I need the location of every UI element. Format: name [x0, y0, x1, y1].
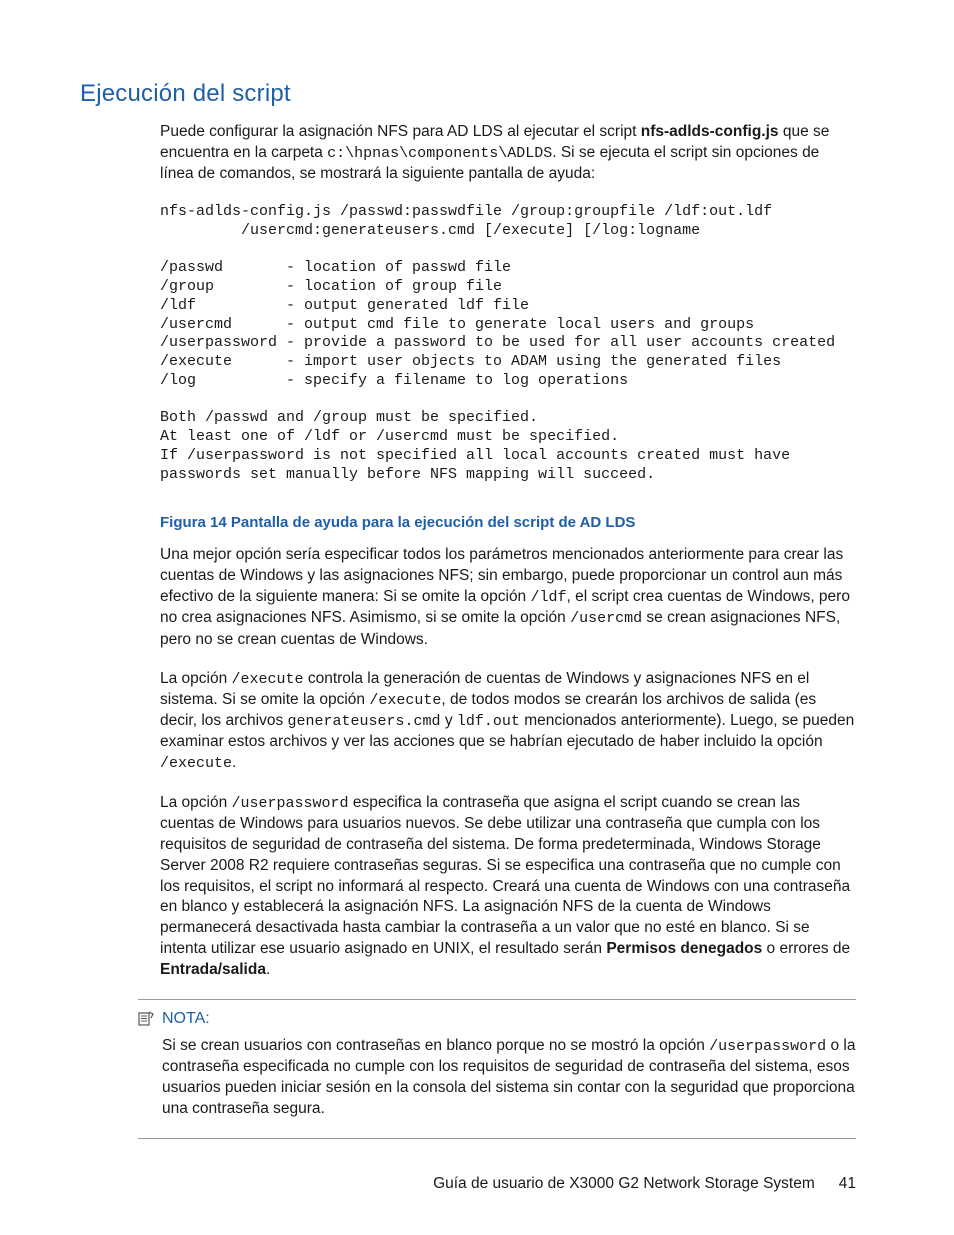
- p3-d: .: [266, 961, 270, 978]
- intro-part1: Puede configurar la asignación NFS para …: [160, 123, 641, 140]
- note-body-code: /userpassword: [709, 1038, 826, 1055]
- note-label: NOTA:: [162, 1010, 210, 1028]
- p2-d: y: [441, 712, 457, 729]
- note-body: Si se crean usuarios con contraseñas en …: [138, 1036, 856, 1120]
- p3-bold1: Permisos denegados: [606, 940, 762, 957]
- help-screen-codeblock: nfs-adlds-config.js /passwd:passwdfile /…: [80, 203, 856, 484]
- paragraph-3: La opción /userpassword especifica la co…: [80, 793, 856, 982]
- note-block: NOTA: Si se crean usuarios con contraseñ…: [138, 999, 856, 1139]
- p2-code2: /execute: [369, 692, 441, 709]
- p2-f: .: [232, 754, 236, 771]
- note-body-a: Si se crean usuarios con contraseñas en …: [162, 1037, 709, 1054]
- figure-caption: Figura 14 Pantalla de ayuda para la ejec…: [80, 514, 856, 531]
- intro-scriptname: nfs-adlds-config.js: [641, 123, 779, 140]
- p2-code5: /execute: [160, 755, 232, 772]
- p1-code1: /ldf: [531, 589, 567, 606]
- page-footer: Guía de usuario de X3000 G2 Network Stor…: [433, 1175, 856, 1193]
- p1-code2: /usercmd: [570, 610, 642, 627]
- p3-b: especifica la contraseña que asigna el s…: [160, 794, 850, 958]
- page: Ejecución del script Puede configurar la…: [0, 0, 954, 1235]
- p2-code3: generateusers.cmd: [288, 713, 441, 730]
- p3-code1: /userpassword: [232, 795, 349, 812]
- p2-a: La opción: [160, 670, 232, 687]
- p2-code1: /execute: [232, 671, 304, 688]
- paragraph-2: La opción /execute controla la generació…: [80, 669, 856, 775]
- p2-code4: ldf.out: [457, 713, 520, 730]
- footer-title: Guía de usuario de X3000 G2 Network Stor…: [433, 1175, 815, 1192]
- note-header: NOTA:: [138, 1010, 856, 1028]
- footer-page-number: 41: [839, 1175, 856, 1192]
- p3-c: o errores de: [762, 940, 850, 957]
- note-icon: [138, 1011, 154, 1027]
- paragraph-1: Una mejor opción sería especificar todos…: [80, 545, 856, 650]
- intro-path: c:\hpnas\components\ADLDS: [327, 145, 552, 162]
- intro-paragraph: Puede configurar la asignación NFS para …: [80, 122, 856, 185]
- p3-bold2: Entrada/salida: [160, 961, 266, 978]
- p3-a: La opción: [160, 794, 232, 811]
- section-title: Ejecución del script: [80, 80, 856, 108]
